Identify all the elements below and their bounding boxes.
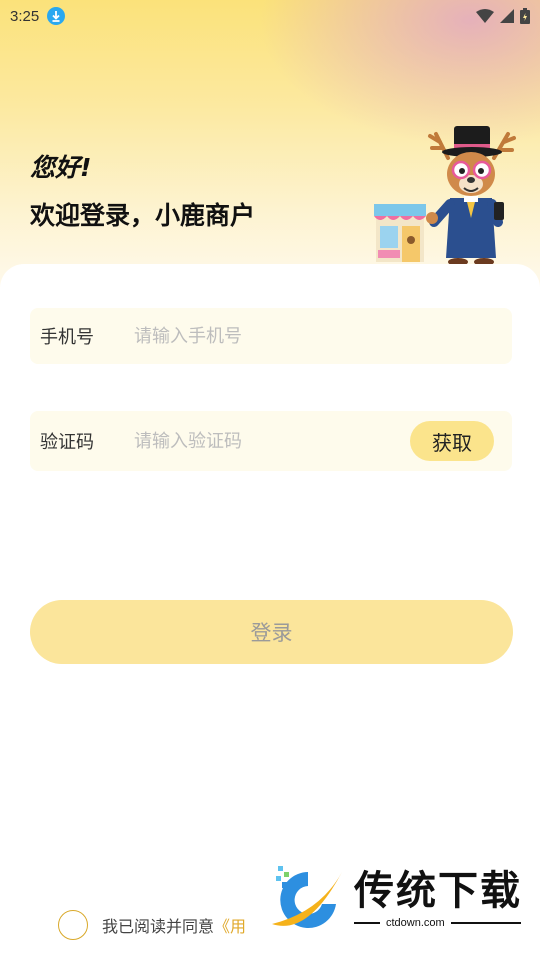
phone-field-row: 手机号: [30, 308, 512, 364]
watermark-divider: [450, 922, 521, 924]
agreement-text: 我已阅读并同意: [102, 917, 215, 936]
phone-input[interactable]: [134, 325, 512, 347]
agreement-checkbox[interactable]: [58, 910, 88, 940]
agreement-row: 我已阅读并同意 《用: [58, 910, 246, 940]
code-field-label: 验证码: [40, 432, 94, 453]
watermark-logo-icon: [272, 866, 342, 928]
wifi-icon: [476, 9, 494, 23]
welcome-title: 欢迎登录，小鹿商户: [30, 201, 256, 230]
get-code-button[interactable]: 获取: [410, 421, 494, 461]
signal-icon: [500, 9, 514, 23]
download-icon: [47, 7, 66, 25]
status-time: 3:25: [10, 7, 40, 25]
status-bar: 3:25: [0, 0, 540, 32]
greeting-title: 您好!: [30, 153, 92, 182]
user-agreement-link[interactable]: 《用: [214, 913, 246, 937]
code-field-row: 验证码 获取: [30, 411, 512, 471]
login-button[interactable]: 登录: [30, 600, 513, 664]
deer-mascot-illustration: [374, 126, 516, 266]
watermark-subtitle: ctdown.com: [386, 917, 445, 929]
phone-field-label: 手机号: [40, 327, 94, 348]
shop-illustration: [374, 204, 426, 262]
verification-code-input[interactable]: [134, 430, 410, 452]
watermark-title: 传统下载: [354, 868, 522, 914]
watermark: 传统下载 ctdown.com: [268, 860, 528, 940]
watermark-divider: [354, 922, 380, 924]
battery-icon: [520, 8, 530, 24]
